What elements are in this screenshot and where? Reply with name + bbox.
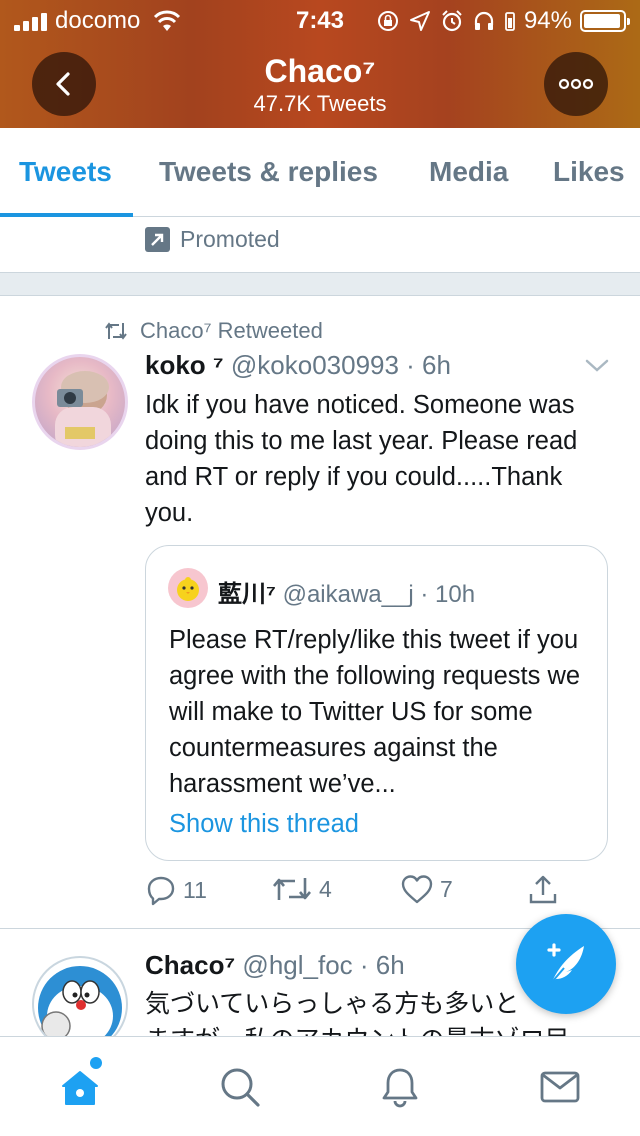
more-button[interactable]: [544, 52, 608, 116]
retweet-icon: [105, 322, 127, 340]
notification-dot: [90, 1057, 102, 1069]
tweet-text: Idk if you have noticed. Someone was doi…: [145, 391, 578, 527]
search-icon: [221, 1068, 260, 1107]
retweet-icon: [273, 878, 311, 900]
compose-feather-icon: [547, 943, 584, 983]
more-horizontal-icon: [558, 78, 594, 90]
tweet-count: 47.7K Tweets: [253, 91, 387, 116]
promoted-text: Promoted: [180, 226, 280, 252]
author-name[interactable]: koko ⁷: [145, 350, 224, 380]
bottom-nav: [0, 1036, 640, 1136]
author-handle-time[interactable]: @hgl_foc · 6h: [242, 950, 404, 980]
nav-notifications[interactable]: [378, 1065, 422, 1109]
avatar-image: [55, 371, 111, 447]
battery-small-icon: [505, 12, 515, 31]
nav-home[interactable]: [58, 1065, 102, 1109]
quoted-header: 藍川⁷ @aikawa__j · 10h: [218, 574, 475, 609]
retweeted-by: Chaco⁷ Retweeted: [140, 318, 323, 343]
nav-messages[interactable]: [538, 1065, 582, 1109]
quoted-tweet[interactable]: 藍川⁷ @aikawa__j · 10h Please RT/reply/lik…: [145, 545, 608, 861]
tab-media[interactable]: Media: [429, 156, 508, 188]
notifications-icon: [382, 1068, 418, 1108]
quoted-author-handle-time: @aikawa__j · 10h: [282, 581, 476, 608]
heart-icon: [401, 875, 433, 904]
headphones-icon: [474, 11, 494, 30]
reply-icon: [147, 876, 175, 906]
battery-icon: [580, 10, 630, 32]
author-handle-time[interactable]: @koko030993 · 6h: [231, 350, 451, 380]
tweet-text-line: ますが、私のアカウントの最古ゾロ目: [145, 1022, 615, 1036]
quoted-author-name: 藍川⁷: [218, 581, 276, 608]
promoted-icon: [145, 227, 170, 252]
promoted-label[interactable]: Promoted: [145, 226, 280, 253]
battery-percent: 94%: [523, 7, 572, 34]
show-thread-link[interactable]: Show this thread: [169, 810, 359, 839]
messages-icon: [540, 1071, 580, 1103]
chick-avatar-icon: [177, 577, 199, 601]
active-tab-indicator: [0, 213, 133, 217]
retweet-count: 4: [319, 875, 332, 902]
like-count: 7: [440, 875, 453, 902]
like-button[interactable]: 7: [400, 874, 453, 904]
reply-count: 11: [183, 876, 207, 903]
tweet-menu-button[interactable]: [584, 358, 610, 379]
tab-tweets[interactable]: Tweets: [19, 156, 112, 188]
rotation-lock-icon: [377, 11, 398, 31]
avatar[interactable]: [32, 354, 128, 450]
tweet-header: Chaco⁷ @hgl_foc · 6h: [145, 950, 405, 981]
quoted-avatar: [168, 568, 208, 608]
quoted-text: Please RT/reply/like this tweet if you a…: [169, 626, 581, 798]
location-icon: [409, 11, 430, 31]
share-button[interactable]: [527, 874, 559, 906]
home-icon: [62, 1071, 98, 1105]
tab-likes[interactable]: Likes: [553, 156, 625, 188]
tweet-header: koko ⁷ @koko030993 · 6h: [145, 350, 451, 381]
profile-header: docomo 7:43 94% Chaco⁷ 47.7K Tweets: [0, 0, 640, 128]
alarm-icon: [442, 10, 462, 32]
tab-tweets-and-replies[interactable]: Tweets & replies: [159, 156, 378, 188]
section-separator: [0, 272, 640, 296]
nav-search[interactable]: [218, 1065, 262, 1109]
status-icons: 94%: [376, 7, 630, 35]
chevron-down-icon: [585, 359, 609, 372]
profile-tabs: Tweets Tweets & replies Media Likes: [0, 128, 640, 217]
retweet-context[interactable]: Chaco⁷ Retweeted: [104, 318, 323, 344]
retweet-button[interactable]: 4: [271, 874, 332, 904]
tweet-actions: 11 4 7: [145, 874, 585, 914]
battery-level: [584, 14, 620, 28]
compose-tweet-button[interactable]: [516, 914, 616, 1014]
status-bar: docomo 7:43 94%: [0, 0, 640, 40]
share-icon: [529, 875, 557, 904]
author-name[interactable]: Chaco⁷: [145, 950, 235, 980]
reply-button[interactable]: 11: [145, 874, 207, 906]
